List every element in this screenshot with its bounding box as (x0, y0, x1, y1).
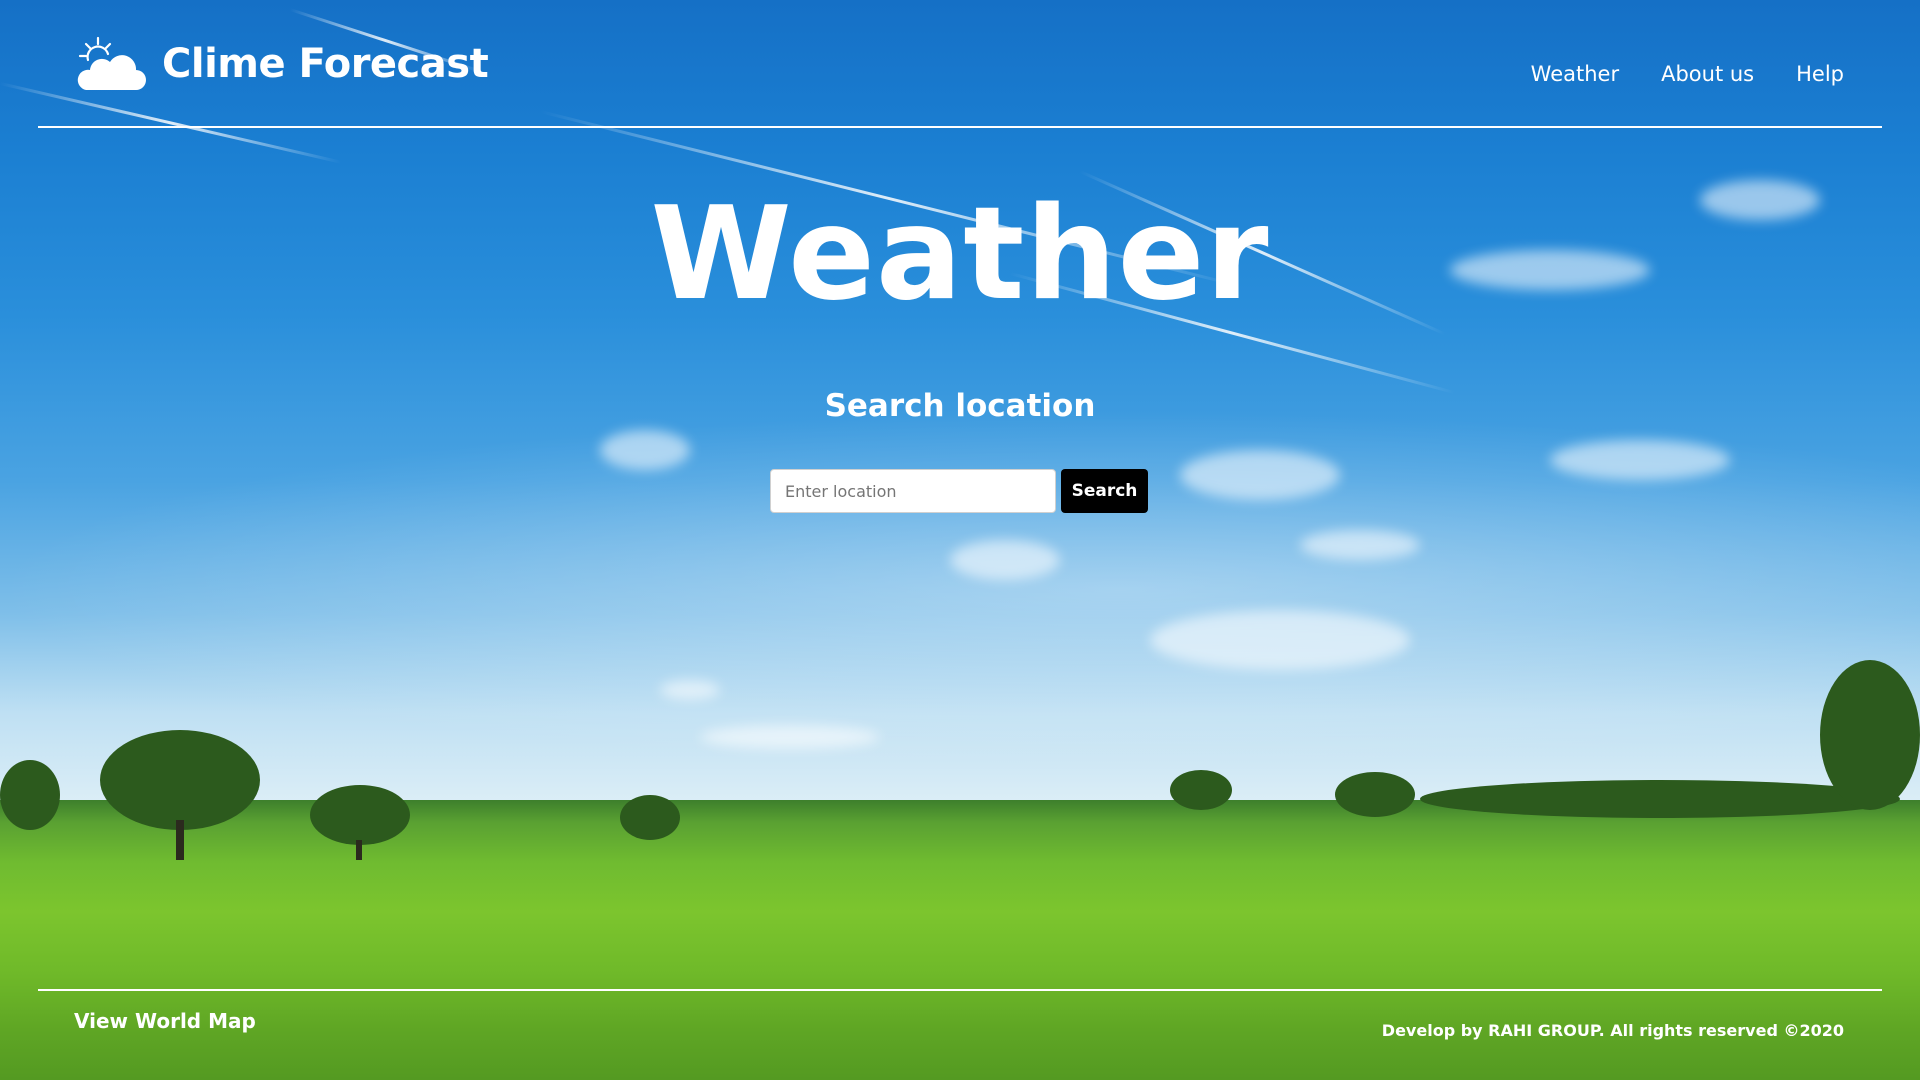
view-world-map-link[interactable]: View World Map (74, 1009, 256, 1033)
background-scene (0, 0, 1920, 1080)
nav-help[interactable]: Help (1796, 62, 1844, 86)
search-heading: Search location (824, 388, 1096, 424)
page-title: Weather (650, 180, 1270, 329)
cloud (1550, 440, 1730, 480)
cloud (660, 680, 720, 700)
tree (620, 795, 680, 850)
nav-about-us[interactable]: About us (1661, 62, 1754, 86)
cloud (700, 725, 880, 749)
cloud (600, 430, 690, 470)
location-search-input[interactable] (770, 469, 1056, 513)
sun-cloud-icon (77, 36, 146, 90)
cloud (1150, 610, 1410, 670)
tree (1820, 660, 1920, 820)
cloud (1300, 530, 1420, 560)
tree (100, 730, 260, 860)
cloud (1180, 450, 1340, 500)
tree (0, 760, 60, 850)
brand-logo[interactable]: Clime Forecast (74, 34, 489, 94)
copyright-text: Develop by RAHI GROUP. All rights reserv… (1381, 1021, 1844, 1040)
site-header: Clime Forecast Weather About us Help (38, 0, 1882, 128)
brand-name: Clime Forecast (162, 41, 489, 87)
tree (310, 785, 410, 860)
tree (1170, 770, 1232, 815)
nav-weather[interactable]: Weather (1531, 62, 1619, 86)
cloud (950, 540, 1060, 580)
tree (1335, 772, 1415, 822)
site-footer: View World Map Develop by RAHI GROUP. Al… (38, 989, 1882, 1080)
search-form: Search (770, 469, 1148, 513)
search-button[interactable]: Search (1061, 469, 1148, 513)
main-nav: Weather About us Help (1531, 62, 1844, 86)
